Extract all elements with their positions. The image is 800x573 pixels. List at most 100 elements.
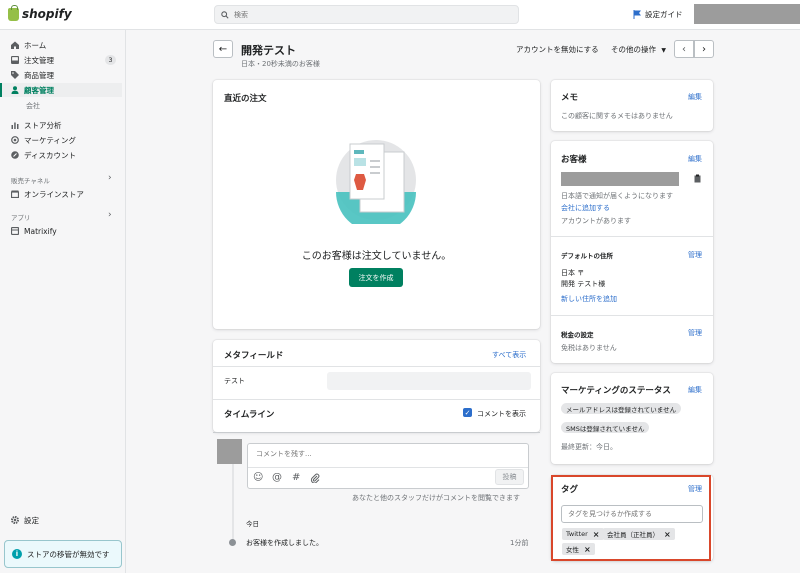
previous-customer-button[interactable]: ‹ [674, 40, 694, 58]
account-status: アカウントがあります [561, 217, 631, 225]
memo-empty-text: この顧客に関するメモはありません [561, 112, 673, 120]
add-to-company-link[interactable]: 会社に追加する [561, 203, 610, 213]
page-subtitle: 日本・20秒未満のお客様 [241, 60, 320, 68]
account-menu[interactable] [694, 4, 800, 24]
metafield-label: テスト [224, 377, 245, 385]
timeline-line [232, 464, 234, 544]
search-bar[interactable] [214, 5, 519, 24]
analytics-icon [11, 122, 19, 129]
mention-icon[interactable]: @ [272, 472, 282, 483]
other-actions-button[interactable]: その他の操作 ▼ [611, 44, 666, 55]
avatar [217, 439, 242, 464]
search-input[interactable] [234, 10, 504, 19]
sidebar-item-label: 商品管理 [24, 70, 54, 80]
customer-title: お客様 [561, 155, 587, 165]
discount-icon [11, 151, 19, 159]
sidebar-item-customers[interactable]: 顧客管理 [0, 83, 122, 97]
setup-guide-button[interactable]: 設定ガイド [633, 9, 683, 20]
store-transfer-notice[interactable]: i ストアの移管が無効です [4, 540, 122, 568]
shopify-logo[interactable]: shopify [8, 4, 72, 21]
create-order-button[interactable]: 注文を作成 [349, 268, 403, 287]
notice-text: ストアの移管が無効です [27, 549, 110, 559]
home-icon [11, 41, 19, 49]
sidebar-item-orders[interactable]: 注文管理 3 [0, 53, 122, 67]
other-actions-label: その他の操作 [611, 45, 656, 54]
empty-orders-text: このお客様は注文していません。 [301, 251, 452, 262]
comment-composer [247, 443, 529, 489]
timeline-date-label: 今日 [246, 520, 259, 528]
comment-input[interactable] [256, 450, 456, 458]
chevron-right-icon[interactable]: › [108, 173, 112, 183]
tax-status: 免税はありません [561, 344, 617, 352]
checkmark-icon: ✓ [464, 408, 471, 417]
sidebar-item-label: オンラインストア [24, 189, 84, 199]
post-comment-button[interactable]: 投稿 [495, 469, 524, 485]
customer-email-redacted [561, 172, 679, 186]
setup-guide-label: 設定ガイド [645, 10, 683, 19]
sidebar-item-label: ディスカウント [24, 150, 76, 160]
marketing-status-card: マーケティングのステータス 編集 メールアドレスは登録されていません SMSは登… [551, 373, 713, 464]
sidebar-item-label: 注文管理 [24, 55, 54, 65]
sidebar-item-settings[interactable]: 設定 [0, 513, 122, 527]
sidebar-subitem-companies[interactable]: 会社 [26, 101, 40, 111]
chevron-left-icon: ‹ [682, 43, 686, 55]
sidebar-item-home[interactable]: ホーム [0, 38, 122, 52]
chevron-right-icon[interactable]: › [108, 210, 112, 220]
sidebar-item-discounts[interactable]: ディスカウント [0, 148, 122, 162]
divider [551, 236, 713, 237]
metafield-value-input[interactable] [327, 372, 531, 390]
search-icon [221, 10, 229, 19]
sidebar-item-label: 顧客管理 [24, 85, 54, 95]
caret-down-icon: ▼ [661, 47, 667, 54]
sidebar-item-matrixify[interactable]: Matrixify [0, 224, 122, 238]
sidebar-item-label: マーケティング [24, 135, 76, 145]
address-line-2: 開発 テスト様 [561, 280, 606, 288]
apps-heading: アプリ [11, 214, 31, 222]
marketing-last-updated: 最終更新：今日。 [561, 443, 617, 451]
chevron-right-icon: › [702, 43, 706, 55]
timeline-event-time: 1分前 [510, 539, 529, 547]
divider [213, 366, 540, 367]
add-address-link[interactable]: 新しい住所を追加 [561, 294, 617, 304]
orders-count-badge: 3 [105, 55, 116, 65]
page-title: 開発テスト [241, 44, 296, 57]
marketing-icon [11, 136, 19, 144]
memo-title: メモ [561, 93, 579, 103]
sidebar-item-label: ストア分析 [24, 120, 62, 130]
hashtag-icon[interactable]: # [292, 472, 300, 483]
sidebar: ホーム 注文管理 3 商品管理 顧客管理 会社 ストア分析 マーケティング ディ… [0, 30, 126, 573]
sidebar-item-online-store[interactable]: オンラインストア [0, 187, 122, 201]
sidebar-item-analytics[interactable]: ストア分析 [0, 118, 122, 132]
edit-customer-link[interactable]: 編集 [688, 154, 702, 164]
manage-address-link[interactable]: 管理 [688, 250, 702, 260]
divider [248, 467, 528, 468]
gear-icon [11, 516, 19, 524]
sidebar-item-marketing[interactable]: マーケティング [0, 133, 122, 147]
manage-tax-link[interactable]: 管理 [688, 328, 702, 338]
divider [213, 399, 540, 400]
empty-orders-illustration [336, 140, 416, 224]
disable-account-button[interactable]: アカウントを無効にする [516, 44, 599, 55]
timeline-dot [229, 539, 236, 546]
app-grid-icon [11, 227, 19, 235]
info-icon: i [12, 549, 22, 559]
sidebar-item-products[interactable]: 商品管理 [0, 68, 122, 82]
address-line-1: 日本 〒 [561, 269, 585, 277]
show-comments-checkbox[interactable]: ✓ [463, 408, 472, 417]
back-button[interactable]: ← [213, 40, 233, 58]
edit-marketing-link[interactable]: 編集 [688, 385, 702, 395]
comment-visibility-note: あなたと他のスタッフだけがコメントを閲覧できます [352, 494, 520, 502]
sidebar-item-label: ホーム [24, 40, 47, 50]
marketing-title: マーケティングのステータス [561, 386, 671, 396]
sales-channels-heading: 販売チャネル [11, 177, 50, 185]
sidebar-item-label: Matrixify [24, 226, 57, 236]
emoji-icon[interactable]: ☺ [253, 472, 263, 483]
orders-icon [11, 56, 19, 64]
show-all-metafields-link[interactable]: すべて表示 [492, 350, 526, 360]
arrow-left-icon: ← [218, 43, 228, 55]
edit-memo-link[interactable]: 編集 [688, 92, 702, 102]
clipboard-icon[interactable] [694, 174, 701, 183]
next-customer-button[interactable]: › [694, 40, 714, 58]
attachment-icon[interactable] [310, 473, 320, 483]
divider [213, 432, 540, 433]
